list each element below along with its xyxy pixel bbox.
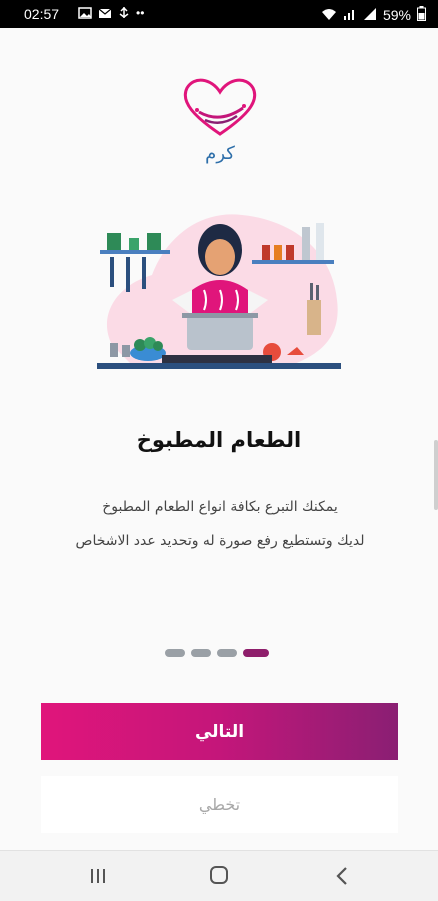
app-logo: كرم (175, 72, 265, 167)
status-bar: 02:57 •• 59% (0, 0, 438, 28)
system-icons: 59% (321, 6, 426, 24)
battery-icon (417, 6, 426, 24)
page-dot-3[interactable] (217, 649, 237, 657)
mail-notification-icon (98, 6, 112, 23)
notification-icons: •• (78, 6, 144, 23)
description-line-2: لديك وتستطيع رفع صورة له وتحديد عدد الاش… (75, 533, 365, 549)
cooking-illustration (92, 205, 346, 385)
page-dot-2[interactable] (191, 649, 211, 657)
page-indicator (165, 649, 269, 657)
onboarding-title: الطعام المطبوخ (136, 428, 302, 452)
skip-button[interactable]: تخطي (41, 776, 398, 833)
next-button[interactable]: التالي (41, 703, 398, 760)
usb-icon (118, 6, 130, 23)
recent-apps-icon[interactable] (89, 867, 107, 885)
battery-percent: 59% (382, 7, 411, 23)
page-dot-4-active[interactable] (243, 649, 269, 657)
page-dot-1[interactable] (165, 649, 185, 657)
status-time: 02:57 (24, 6, 60, 22)
signal-2-icon (363, 7, 377, 24)
home-icon[interactable] (210, 866, 228, 884)
more-notifications-icon: •• (136, 6, 145, 20)
woman-cooking-icon (97, 214, 341, 369)
onboarding-description: يمكنك التبرع بكافة انواع الطعام المطبوخ … (50, 490, 390, 558)
image-notification-icon (78, 6, 92, 23)
back-icon[interactable] (333, 865, 351, 887)
heart-logo-icon: كرم (183, 78, 257, 164)
logo-text: كرم (205, 143, 235, 164)
wifi-icon (321, 7, 337, 24)
edge-panel-handle[interactable] (434, 440, 438, 510)
description-line-1: يمكنك التبرع بكافة انواع الطعام المطبوخ (102, 499, 338, 515)
signal-icon (343, 7, 357, 24)
system-nav-bar (0, 850, 438, 901)
